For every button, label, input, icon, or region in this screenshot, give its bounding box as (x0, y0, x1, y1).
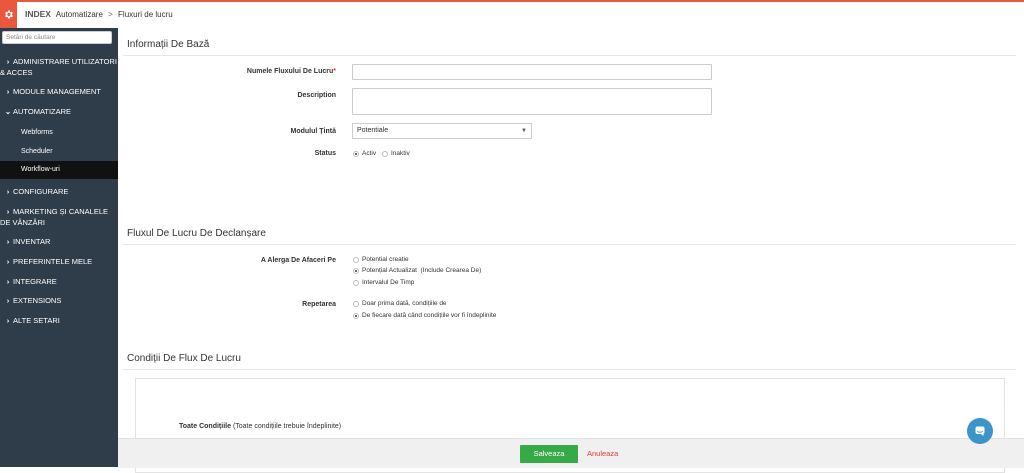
sidebar-item-preferinte[interactable]: › PREFERINTELE MELE (0, 256, 118, 267)
gear-icon (5, 10, 13, 18)
repeat-option-label: Doar prima dată, condițiile de (362, 300, 447, 307)
sidebar-item-label: INVENTAR (13, 237, 51, 246)
main-content: Informații De Bază Numele Fluxului De Lu… (118, 28, 1024, 473)
section-divider (123, 55, 1016, 56)
chevron-right-icon: › (6, 87, 10, 96)
repeat-option-first[interactable]: Doar prima dată, condițiile de (353, 300, 447, 307)
required-marker: * (333, 68, 336, 75)
sidebar-subitem-workflow[interactable]: Workflow-uri (0, 161, 118, 179)
cancel-link[interactable]: Anuleaza (587, 449, 618, 458)
sidebar-item-label: MARKETING ȘI CANALELE DE VÂNZĂRI (0, 207, 109, 227)
description-label: Description (297, 92, 336, 99)
chat-icon (975, 426, 985, 436)
chevron-right-icon: › (6, 237, 10, 246)
status-radio-activ[interactable]: Activ (353, 150, 376, 157)
run-on-label: A Alerga De Afaceri Pe (260, 257, 336, 264)
radio-icon (353, 150, 359, 157)
workflow-name-label-text: Numele Fluxului De Lucru (246, 68, 334, 75)
sidebar-subitem-webforms[interactable]: Webforms (0, 124, 118, 142)
chevron-down-icon: ⌄ (4, 107, 12, 116)
chevron-right-icon: › (6, 57, 10, 66)
repeat-option-label: De fiecare dată când condițiile vor fi î… (362, 312, 497, 319)
section-title-basic-info: Informații De Bază (127, 39, 210, 50)
sidebar-item-label: ADMINISTRARE UTILIZATORI & ACCES (0, 57, 117, 77)
status-option-label: Activ (362, 150, 377, 157)
sidebar-item-extensions[interactable]: › EXTENSIONS (0, 295, 118, 306)
sidebar-item-label: ALTE SETARI (13, 316, 60, 325)
workflow-name-input[interactable] (352, 64, 712, 80)
top-bar: INDEX Automatizare > Fluxuri de lucru (0, 0, 1024, 29)
repeat-option-every[interactable]: De fiecare dată când condițiile vor fi î… (353, 312, 496, 319)
all-conditions-heading: Toate Condițiile (Toate condițiile trebu… (179, 423, 341, 430)
run-option-label: Intervalul De Timp (362, 279, 415, 286)
sidebar-item-module-management[interactable]: › MODULE MANAGEMENT (0, 86, 118, 97)
form-footer: Salveaza Anuleaza (118, 438, 1024, 468)
chevron-right-icon: › (6, 187, 10, 196)
dropdown-arrow-icon: ▼ (521, 128, 527, 134)
status-option-label: Inaktiv (391, 150, 410, 157)
chevron-right-icon: › (6, 257, 10, 266)
chat-button[interactable] (967, 418, 993, 444)
status-label: Status (314, 150, 336, 157)
settings-search-input[interactable]: Setări de căutare (2, 31, 112, 44)
sidebar-item-label: EXTENSIONS (13, 296, 62, 305)
breadcrumb-item-automatizare[interactable]: Automatizare (56, 10, 103, 19)
section-divider (123, 244, 1016, 245)
sidebar-item-label: MODULE MANAGEMENT (13, 87, 101, 96)
sidebar-item-label: PREFERINTELE MELE (13, 257, 93, 266)
sidebar-item-marketing[interactable]: › MARKETING ȘI CANALELE DE VÂNZĂRI (0, 206, 118, 228)
radio-icon (353, 256, 359, 263)
radio-icon (382, 150, 388, 157)
breadcrumb-separator: > (108, 10, 113, 19)
all-conditions-hint: (Toate condițiile trebuie îndeplinite) (232, 423, 342, 430)
accent-line (0, 0, 1024, 2)
chevron-right-icon: › (6, 296, 10, 305)
sidebar-item-inventar[interactable]: › INVENTAR (0, 236, 118, 247)
description-textarea[interactable] (352, 88, 712, 115)
breadcrumb-item-current: Fluxuri de lucru (118, 10, 173, 19)
chevron-right-icon: › (6, 316, 10, 325)
save-button[interactable]: Salveaza (520, 445, 578, 463)
repeat-label: Repetarea (302, 301, 336, 308)
run-option-update[interactable]: Potențial Actualizat (Include Crearea De… (353, 267, 481, 274)
workflow-name-label: Numele Fluxului De Lucru* (118, 68, 336, 75)
all-conditions-label: Toate Condițiile (179, 423, 231, 430)
target-module-select[interactable]: Potentiale ▼ (352, 123, 532, 139)
sidebar-item-label: CONFIGURARE (13, 187, 69, 196)
sidebar-item-alte-setari[interactable]: › ALTE SETARI (0, 315, 118, 326)
sidebar-subitem-scheduler[interactable]: Scheduler (0, 143, 118, 161)
chevron-right-icon: › (6, 277, 10, 286)
section-title-trigger: Fluxul De Lucru De Declanșare (127, 228, 266, 239)
chevron-right-icon: › (6, 207, 10, 216)
radio-icon (353, 312, 359, 319)
status-radio-inaktiv[interactable]: Inaktiv (382, 150, 410, 157)
sidebar-item-label: AUTOMATIZARE (13, 107, 72, 116)
sidebar-item-automatizare[interactable]: ⌄ AUTOMATIZARE (0, 106, 118, 117)
app-logo[interactable] (0, 0, 17, 28)
breadcrumb: INDEX Automatizare > Fluxuri de lucru (25, 9, 173, 19)
target-module-label: Modulul Țintă (290, 128, 337, 135)
sidebar-item-configurare[interactable]: › CONFIGURARE (0, 186, 118, 197)
sidebar-item-label: INTEGRARE (13, 277, 57, 286)
radio-icon (353, 300, 359, 307)
sidebar: Setări de căutare › ADMINISTRARE UTILIZAT… (0, 28, 118, 467)
radio-icon (353, 267, 359, 274)
section-title-conditions: Condiții De Flux De Lucru (127, 353, 241, 364)
target-module-value: Potentiale (357, 127, 389, 134)
run-option-label: Potential creatie (362, 256, 409, 263)
run-option-label: Potențial Actualizat (Include Crearea De… (362, 267, 482, 274)
radio-icon (353, 279, 359, 286)
run-option-interval[interactable]: Intervalul De Timp (353, 279, 414, 286)
sidebar-item-integrare[interactable]: › INTEGRARE (0, 276, 118, 287)
sidebar-item-administrare[interactable]: › ADMINISTRARE UTILIZATORI & ACCES (0, 56, 118, 78)
section-divider (123, 369, 1016, 370)
run-option-create[interactable]: Potential creatie (353, 256, 409, 263)
breadcrumb-app[interactable]: INDEX (25, 9, 51, 19)
